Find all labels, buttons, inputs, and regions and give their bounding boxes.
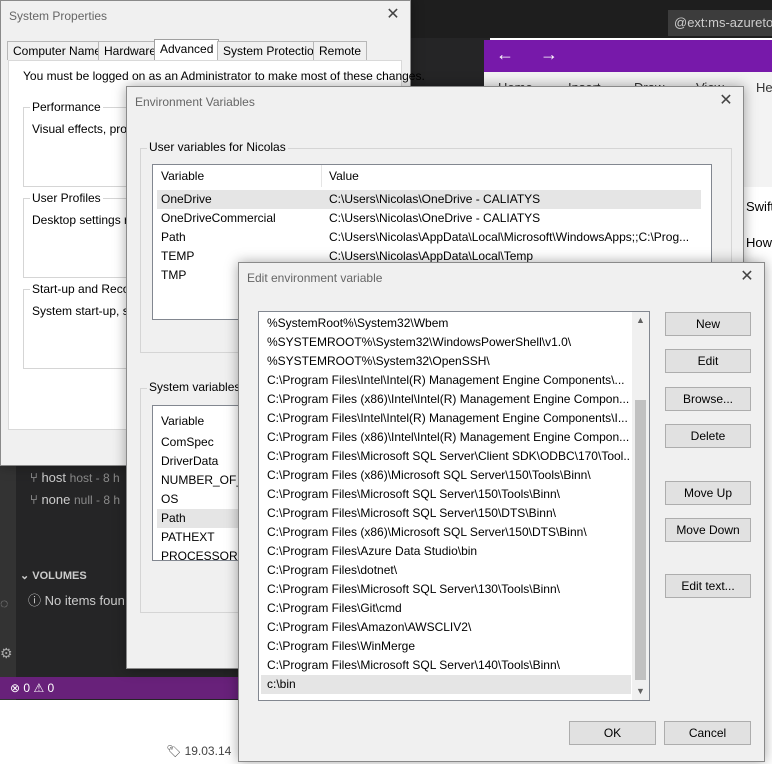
new-button[interactable]: New bbox=[665, 312, 751, 336]
path-entry[interactable]: C:\Program Files\Git\cmd bbox=[267, 599, 629, 618]
blog-date-text: 19.03.14 bbox=[184, 744, 232, 758]
tab-remote[interactable]: Remote bbox=[313, 41, 368, 60]
volumes-section-header[interactable]: ⌄ VOLUMES bbox=[20, 569, 87, 582]
path-entry[interactable]: C:\Program Files\Intel\Intel(R) Manageme… bbox=[267, 409, 629, 428]
tab-computer-name[interactable]: Computer Name bbox=[7, 41, 108, 60]
scroll-down-icon[interactable]: ▼ bbox=[632, 683, 649, 700]
host-sub: host - 8 h bbox=[69, 471, 120, 485]
path-entry[interactable]: C:\Program Files\Microsoft SQL Server\Cl… bbox=[267, 447, 629, 466]
git-branch-icon: ⑂ bbox=[30, 492, 38, 507]
back-arrow-icon[interactable]: ← bbox=[496, 44, 514, 65]
vscode-extension-search[interactable]: @ext:ms-azuretoo bbox=[668, 10, 772, 36]
var-name: TMP bbox=[161, 268, 187, 282]
path-entry[interactable]: c:\bin bbox=[267, 675, 629, 694]
edit-button[interactable]: Edit bbox=[665, 349, 751, 373]
path-entry[interactable]: %SYSTEMROOT%\System32\OpenSSH\ bbox=[267, 352, 629, 371]
close-icon[interactable]: ✕ bbox=[734, 265, 760, 289]
column-header-variable[interactable]: Variable bbox=[161, 165, 204, 187]
var-name: OneDrive bbox=[161, 192, 212, 206]
var-name: OneDriveCommercial bbox=[161, 211, 276, 225]
ok-button[interactable]: OK bbox=[569, 721, 656, 745]
path-entry[interactable]: C:\Program Files (x86)\Intel\Intel(R) Ma… bbox=[267, 390, 629, 409]
performance-text: Visual effects, proce bbox=[32, 122, 140, 136]
close-icon[interactable]: ✕ bbox=[713, 89, 739, 113]
var-value: C:\Users\Nicolas\OneDrive - CALIATYS bbox=[329, 192, 541, 206]
none-sub: null - 8 h bbox=[73, 493, 121, 507]
browse-button[interactable]: Browse... bbox=[665, 387, 751, 411]
tab-advanced[interactable]: Advanced bbox=[154, 39, 220, 61]
onenote-titlebar: ← → bbox=[484, 40, 772, 72]
column-header-variable[interactable]: Variable bbox=[161, 410, 204, 432]
path-entry[interactable]: C:\Program Files (x86)\Microsoft SQL Ser… bbox=[267, 466, 629, 485]
blog-post-date: 🏷 19.03.14 bbox=[166, 744, 231, 758]
var-name: TEMP bbox=[161, 249, 195, 263]
dialog-title: Edit environment variable bbox=[247, 271, 383, 285]
path-entry[interactable]: C:\Program Files\Amazon\AWSCLIV2\ bbox=[267, 618, 629, 637]
path-entry[interactable]: C:\Program Files\Microsoft SQL Server\14… bbox=[267, 656, 629, 675]
path-entry[interactable]: C:\Program Files\Microsoft SQL Server\15… bbox=[267, 504, 629, 523]
vertical-scrollbar[interactable]: ▲ ▼ bbox=[632, 312, 649, 700]
info-icon: ⓘ bbox=[28, 593, 42, 608]
error-count[interactable]: 0 bbox=[23, 681, 30, 695]
chevron-down-icon: ⌄ bbox=[20, 570, 30, 582]
path-entry[interactable]: C:\Program Files (x86)\Intel\Intel(R) Ma… bbox=[267, 428, 629, 447]
path-entries-list[interactable]: %SystemRoot%\System32\Wbem %SYSTEMROOT%\… bbox=[258, 311, 650, 701]
user-variables-label: User variables for Nicolas bbox=[147, 140, 288, 154]
page-item-swift[interactable]: Swift bbox=[746, 199, 772, 214]
docker-item-none[interactable]: ⑂ none null - 8 h bbox=[30, 492, 120, 507]
path-entry[interactable]: C:\Program Files\Azure Data Studio\bin bbox=[267, 542, 629, 561]
delete-button[interactable]: Delete bbox=[665, 424, 751, 448]
user-profiles-label: User Profiles bbox=[30, 191, 103, 205]
dialog-title: System Properties bbox=[9, 9, 108, 23]
docker-item-host[interactable]: ⑂ host host - 8 h bbox=[30, 470, 120, 485]
none-label: none bbox=[41, 492, 71, 507]
tag-icon: 🏷 bbox=[166, 744, 182, 758]
path-entry[interactable]: %SystemRoot%\System32\Wbem bbox=[267, 314, 629, 333]
edit-environment-variable-dialog: Edit environment variable ✕ %SystemRoot%… bbox=[238, 262, 765, 762]
error-icon: ⊗ bbox=[10, 681, 21, 695]
table-row[interactable]: OneDrive C:\Users\Nicolas\OneDrive - CAL… bbox=[161, 190, 711, 209]
dialog-title: Environment Variables bbox=[135, 95, 255, 109]
path-entry[interactable]: C:\Program Files\WinMerge bbox=[267, 637, 629, 656]
warning-icon: ⚠ bbox=[33, 681, 45, 695]
column-header-value[interactable]: Value bbox=[329, 165, 359, 187]
close-icon[interactable]: ✕ bbox=[380, 3, 406, 27]
var-value: C:\Users\Nicolas\AppData\Local\Microsoft… bbox=[329, 230, 690, 244]
path-entry[interactable]: %SYSTEMROOT%\System32\WindowsPowerShell\… bbox=[267, 333, 629, 352]
volumes-label: VOLUMES bbox=[32, 570, 87, 582]
table-row[interactable]: Path C:\Users\Nicolas\AppData\Local\Micr… bbox=[161, 228, 711, 247]
path-entry[interactable]: C:\Program Files\Intel\Intel(R) Manageme… bbox=[267, 371, 629, 390]
accounts-icon[interactable]: ◌ bbox=[0, 595, 8, 611]
path-entry[interactable]: C:\Program Files\Microsoft SQL Server\13… bbox=[267, 580, 629, 599]
tab-system-protection[interactable]: System Protection bbox=[217, 41, 327, 60]
cancel-button[interactable]: Cancel bbox=[664, 721, 751, 745]
var-name: Path bbox=[161, 230, 186, 244]
move-down-button[interactable]: Move Down bbox=[665, 518, 751, 542]
admin-notice: You must be logged on as an Administrato… bbox=[23, 69, 425, 83]
table-row[interactable]: OneDriveCommercial C:\Users\Nicolas\OneD… bbox=[161, 209, 711, 228]
ribbon-tab-help[interactable]: He bbox=[756, 80, 772, 95]
system-variables-label: System variables bbox=[147, 380, 243, 394]
volumes-empty: ⓘ No items foun bbox=[28, 590, 125, 609]
path-entry[interactable]: C:\Program Files\Microsoft SQL Server\15… bbox=[267, 485, 629, 504]
var-value: C:\Users\Nicolas\OneDrive - CALIATYS bbox=[329, 211, 541, 225]
forward-arrow-icon[interactable]: → bbox=[540, 44, 558, 65]
edit-text-button[interactable]: Edit text... bbox=[665, 574, 751, 598]
performance-label: Performance bbox=[30, 100, 103, 114]
settings-gear-icon[interactable]: ⚙ bbox=[0, 645, 13, 662]
warning-count[interactable]: 0 bbox=[48, 681, 55, 695]
page-item-how[interactable]: How bbox=[746, 235, 772, 250]
scroll-up-icon[interactable]: ▲ bbox=[632, 312, 649, 329]
move-up-button[interactable]: Move Up bbox=[665, 481, 751, 505]
scrollbar-thumb[interactable] bbox=[635, 400, 646, 680]
git-branch-icon: ⑂ bbox=[30, 470, 38, 485]
path-entry[interactable]: C:\Program Files\dotnet\ bbox=[267, 561, 629, 580]
no-items-label: No items foun bbox=[44, 593, 125, 608]
path-entry-rows: %SystemRoot%\System32\Wbem %SYSTEMROOT%\… bbox=[267, 314, 629, 694]
path-entry[interactable]: C:\Program Files (x86)\Microsoft SQL Ser… bbox=[267, 523, 629, 542]
column-divider bbox=[321, 165, 322, 187]
host-label: host bbox=[41, 470, 67, 485]
tab-hardware[interactable]: Hardware bbox=[98, 41, 163, 60]
